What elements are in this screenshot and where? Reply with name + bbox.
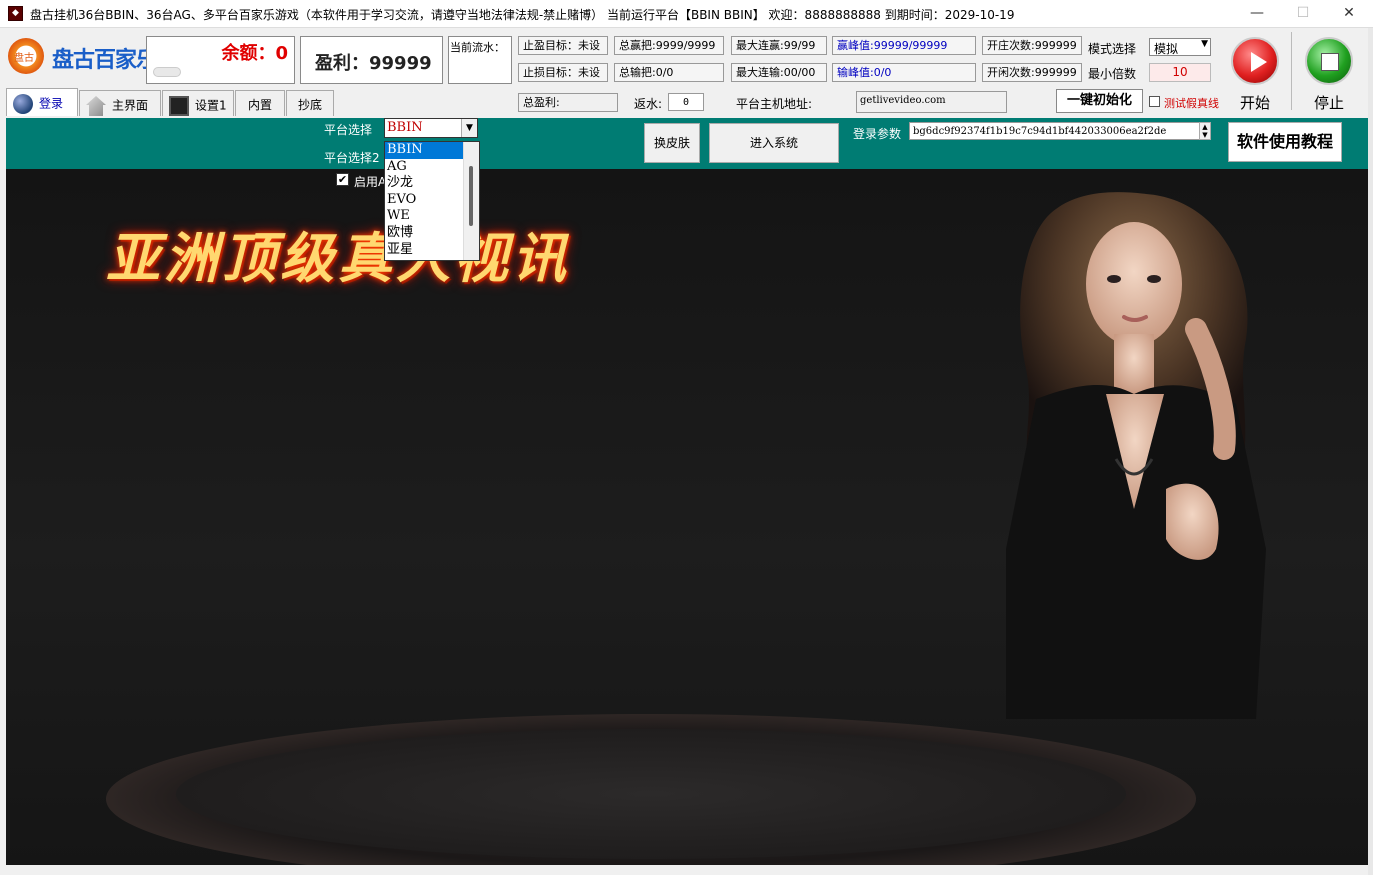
tab-builtin[interactable]: 内置 — [235, 90, 285, 116]
chevron-down-icon: ▼ — [1201, 39, 1208, 49]
current-flow-label: 当前流水： — [450, 41, 505, 54]
test-fake-checkbox[interactable] — [1149, 96, 1160, 107]
model-image — [1006, 192, 1266, 719]
params-input[interactable]: bg6dc9f92374f1b19c7c94d1bf442033006ea2f2… — [909, 122, 1211, 140]
enter-system-button[interactable]: 进入系统 — [709, 123, 839, 163]
divider — [1291, 32, 1292, 110]
logo-icon: 盘古 — [8, 38, 44, 74]
scroll-thumb[interactable] — [469, 166, 473, 226]
win-peak: 赢峰值:99999/99999 — [832, 36, 976, 55]
stop-win-target: 止盈目标：未设 — [518, 36, 608, 55]
stop-icon — [1305, 37, 1353, 85]
profit-box: 盈利：99999 — [300, 36, 443, 84]
platform-label: 平台选择 — [324, 123, 373, 137]
start-label: 开始 — [1240, 94, 1271, 112]
tab-login[interactable]: 登录 — [6, 88, 78, 116]
max-lose-streak: 最大连输:00/00 — [731, 63, 827, 82]
stage-platform-top — [176, 729, 1126, 859]
stop-button[interactable]: 停止 — [1300, 34, 1360, 112]
banner-stage: 亚洲顶级真人视讯 — [6, 169, 1368, 865]
dropdown-option[interactable]: 沙龙 — [385, 175, 463, 192]
toggle-switch[interactable] — [153, 67, 181, 77]
app-icon: ◆ — [8, 6, 23, 21]
dropdown-option[interactable]: 欧博 — [385, 225, 463, 242]
login-toolbar: 平台选择 BBIN ▼ 平台选择2 ✔ 启用A 换皮肤 进入系统 登录参数 bg… — [6, 118, 1368, 189]
window-title: 盘古挂机36台BBIN、36台AG、多平台百家乐游戏（本软件用于学习交流，请遵守… — [30, 8, 1015, 22]
min-multiplier-label: 最小倍数 — [1088, 67, 1137, 81]
min-multiplier-input[interactable]: 10 — [1149, 63, 1211, 82]
host-label: 平台主机地址: — [736, 97, 813, 111]
globe-icon — [13, 94, 33, 114]
spin-icon[interactable]: ▲ ▼ — [1199, 122, 1211, 140]
close-button[interactable]: ✕ — [1326, 0, 1372, 28]
profit-value: 盈利：99999 — [315, 53, 432, 74]
platform-select[interactable]: BBIN ▼ — [384, 118, 478, 138]
rebate-input[interactable]: 0 — [668, 93, 704, 111]
banner-title: 亚洲顶级真人视讯 — [106, 226, 570, 290]
mode-select[interactable]: 模拟 ▼ — [1149, 38, 1211, 56]
dropdown-scrollbar[interactable] — [463, 142, 479, 260]
host-address[interactable]: getlivevideo.com — [856, 91, 1007, 113]
start-button[interactable]: 开始 — [1226, 34, 1286, 112]
enable-label: 启用A — [354, 175, 387, 189]
logo-text: 盘古百家乐 — [52, 48, 158, 73]
platform-dropdown-list: BBIN AG 沙龙 EVO WE 欧博 亚星 — [384, 141, 480, 261]
banker-count: 开庄次数:999999 — [982, 36, 1082, 55]
maximize-button[interactable]: ☐ — [1280, 0, 1326, 28]
max-win-streak: 最大连赢:99/99 — [731, 36, 827, 55]
tab-main[interactable]: 主界面 — [79, 90, 161, 116]
home-icon — [86, 96, 106, 116]
minimize-button[interactable]: — — [1234, 0, 1280, 28]
lose-peak: 输峰值:0/0 — [832, 63, 976, 82]
skin-button[interactable]: 换皮肤 — [644, 123, 700, 163]
current-flow-box: 当前流水： — [448, 36, 512, 84]
balance-value: 余额：0 — [221, 43, 288, 64]
balance-box: 余额：0 — [146, 36, 295, 84]
rebate-label: 返水: — [634, 97, 663, 111]
stop-loss-target: 止损目标：未设 — [518, 63, 608, 82]
floppy-icon — [169, 96, 189, 116]
platform2-label: 平台选择2 — [324, 151, 380, 165]
dropdown-option[interactable]: EVO — [385, 192, 463, 209]
title-bar: ◆ 盘古挂机36台BBIN、36台AG、多平台百家乐游戏（本软件用于学习交流，请… — [0, 0, 1373, 28]
dropdown-option[interactable]: WE — [385, 208, 463, 225]
window-border — [1368, 28, 1373, 875]
total-win: 总赢把:9999/9999 — [614, 36, 724, 55]
chevron-down-icon: ▼ — [461, 119, 477, 137]
tutorial-button[interactable]: 软件使用教程 — [1228, 122, 1342, 162]
play-icon — [1231, 37, 1279, 85]
params-label: 登录参数 — [853, 127, 902, 141]
init-button[interactable]: 一键初始化 — [1056, 89, 1143, 113]
mode-label: 模式选择 — [1088, 42, 1137, 56]
stop-label: 停止 — [1314, 94, 1345, 112]
total-profit-label: 总盈利: — [518, 93, 618, 112]
tab-settings1[interactable]: 设置1 — [162, 90, 234, 116]
dropdown-option[interactable]: AG — [385, 159, 463, 176]
player-count: 开闲次数:999999 — [982, 63, 1082, 82]
tab-bottom-fishing[interactable]: 抄底 — [286, 90, 334, 116]
test-fake-label: 测试假真线 — [1164, 97, 1219, 110]
dropdown-option[interactable]: 亚星 — [385, 242, 463, 259]
enable-checkbox[interactable]: ✔ — [336, 173, 349, 186]
total-lose: 总输把:0/0 — [614, 63, 724, 82]
dropdown-option[interactable]: BBIN — [385, 142, 463, 159]
